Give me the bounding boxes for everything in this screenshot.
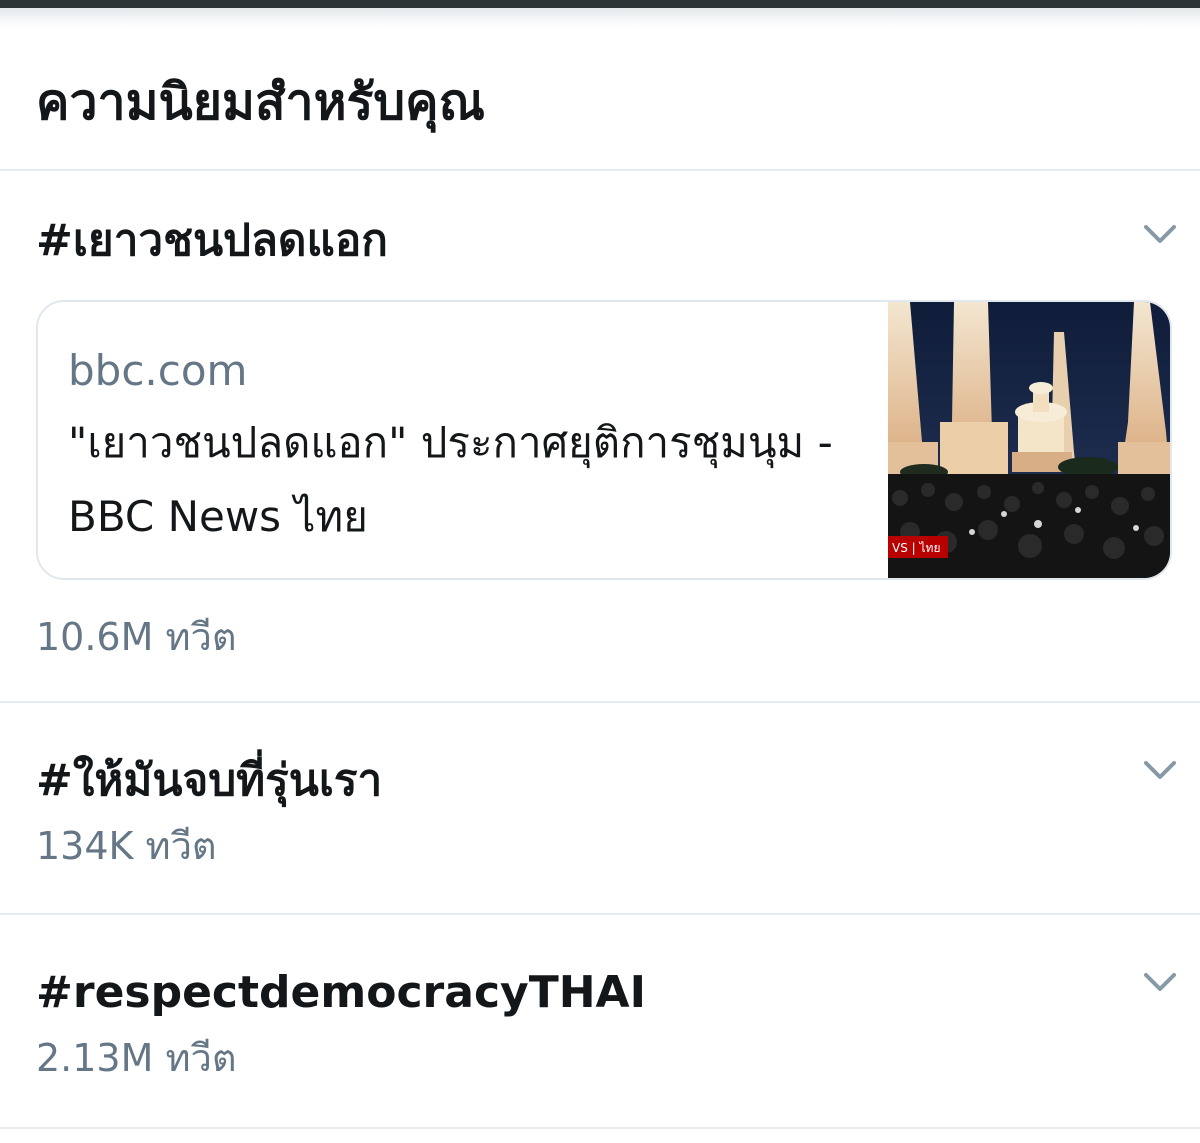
- thumbnail-badge: VS | ไทย: [892, 541, 940, 555]
- news-card-headline: "เยาวชนปลดแอก" ประกาศยุติการชุมนุม - BBC…: [68, 418, 833, 541]
- trend-hashtag[interactable]: #ให้มันจบที่รุ่นเรา: [36, 751, 382, 811]
- trend-item-3[interactable]: #respectdemocracyTHAI 2.13M ทวีต: [0, 915, 1200, 1130]
- page-title: ความนิยมสำหรับคุณ: [36, 73, 485, 131]
- top-strip-shadow: [0, 8, 1200, 30]
- trend-hashtag[interactable]: #เยาวชนปลดแอก: [36, 211, 388, 271]
- top-status-strip: [0, 0, 1200, 8]
- news-card-text: bbc.com "เยาวชนปลดแอก" ประกาศยุติการชุมน…: [68, 336, 868, 554]
- trend-count: 134K ทวีต: [36, 824, 217, 868]
- chevron-down-icon[interactable]: [1138, 959, 1182, 1003]
- news-card-thumbnail: VS | ไทย: [888, 302, 1170, 578]
- trend-item-2[interactable]: #ให้มันจบที่รุ่นเรา 134K ทวีต: [0, 703, 1200, 913]
- divider: [0, 1127, 1200, 1129]
- news-card[interactable]: bbc.com "เยาวชนปลดแอก" ประกาศยุติการชุมน…: [36, 300, 1172, 580]
- trend-count: 2.13M ทวีต: [36, 1036, 237, 1080]
- trend-count: 10.6M ทวีต: [36, 615, 237, 659]
- trends-page: ความนิยมสำหรับคุณ #เยาวชนปลดแอก bbc.com …: [0, 0, 1200, 1143]
- trend-hashtag[interactable]: #respectdemocracyTHAI: [36, 963, 646, 1023]
- chevron-down-icon[interactable]: [1138, 211, 1182, 255]
- chevron-down-icon[interactable]: [1138, 747, 1182, 791]
- news-card-domain: bbc.com: [68, 346, 248, 395]
